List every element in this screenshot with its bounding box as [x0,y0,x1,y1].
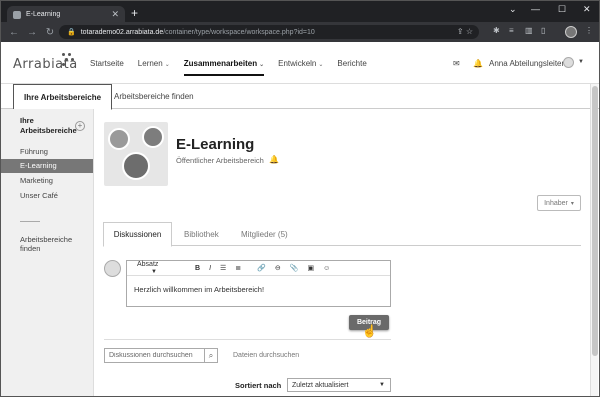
italic-icon[interactable]: I [209,265,211,272]
sidebar-divider [20,221,40,222]
sort-select[interactable]: Zuletzt aktualisiert ▼ [287,378,391,392]
close-tab-icon[interactable]: ✕ [111,9,119,20]
divider [104,339,391,340]
tab-find-workspaces[interactable]: Arbeitsbereiche finden [104,84,204,109]
media-icon[interactable]: ≡ [509,26,514,35]
person-photo [108,128,130,150]
chevron-down-icon: ▾ [570,200,574,207]
paragraph-format-select[interactable]: Absatz ▼ [137,261,177,275]
minimize-icon[interactable]: — [531,4,540,14]
nav-zusammenarbeiten[interactable]: Zusammenarbeiten ⌄ [183,59,265,76]
current-user-avatar [104,260,121,277]
scrollbar-thumb[interactable] [592,86,598,356]
browser-tab-bar: E-Learning ✕ + ⌄ — ☐ ✕ [0,0,600,23]
app-header: Arrabiata Startseite Lernen ⌄ Zusammenarb… [0,42,600,84]
sidebar-item-marketing[interactable]: Marketing [1,174,93,188]
tab-members[interactable]: Mitglieder (5) [241,222,288,246]
editor-content[interactable]: Herzlich willkommen im Arbeitsbereich! [134,285,264,294]
logo-mark-icon [62,53,76,67]
tab-discussions[interactable]: Diskussionen [103,222,172,247]
notifications-bell-icon[interactable]: 🔔 [473,59,483,68]
sidebar-item-fuehrung[interactable]: Führung [1,145,93,159]
search-icon[interactable]: ⌕ [204,349,217,362]
owner-button-label: Inhaber [544,199,568,207]
back-icon[interactable]: ← [9,27,19,38]
bookmark-star-icon[interactable]: ⇪ ☆ [457,27,473,36]
workspace-title: E-Learning [176,136,255,153]
sidebar-item-e-learning[interactable]: E-Learning [1,159,93,173]
numbered-list-icon[interactable]: ≣ [235,264,241,272]
url-path: /container/type/workspace/workspace.php?… [163,28,315,36]
nav-entwickeln[interactable]: Entwickeln ⌄ [278,59,323,76]
workspace-subtitle: Öffentlicher Arbeitsbereich [176,156,264,165]
search-input[interactable]: Diskussionen durchsuchen [105,352,204,359]
chevron-down-icon: ⌄ [164,62,170,68]
image-icon[interactable]: ▣ [307,264,314,272]
chevron-down-icon: ⌄ [318,62,324,68]
browser-tab-title: E-Learning [26,11,61,18]
bullet-list-icon[interactable]: ☰ [220,264,226,272]
person-photo [142,126,164,148]
person-photo [122,152,150,180]
sort-select-value: Zuletzt aktualisiert [292,381,349,389]
nav-lernen[interactable]: Lernen ⌄ [138,59,170,76]
favicon-icon [13,10,21,19]
page-tabs: Ihre Arbeitsbereiche Arbeitsbereiche fin… [0,84,600,110]
new-tab-button[interactable]: + [131,6,138,20]
add-workspace-button[interactable]: + [75,121,85,131]
sidebar-find-workspaces-link[interactable]: Arbeitsbereiche finden [20,235,80,253]
chevron-down-icon[interactable]: ⌄ [509,4,517,15]
lock-icon: 🔒 [67,29,76,36]
editor-toolbar: Absatz ▼ B I ☰ ≣ 🔗 ⊖ 📎 ▣ ☺ [127,261,390,276]
browser-menu-icon[interactable]: ⋮ [585,26,593,35]
browser-tab[interactable]: E-Learning ✕ [7,6,125,23]
reload-icon[interactable]: ↻ [45,27,55,38]
user-menu-caret-icon[interactable]: ▼ [578,59,584,65]
tab-library[interactable]: Bibliothek [184,222,219,246]
tab-your-workspaces[interactable]: Ihre Arbeitsbereiche [13,84,113,110]
emoji-icon[interactable]: ☺ [323,265,330,272]
address-bar[interactable]: 🔒 totarademo02.arrabiata.de /container/t… [59,25,479,39]
bold-icon[interactable]: B [195,265,200,272]
workspace-notifications-bell-icon[interactable]: 🔔 [269,155,279,164]
url-host: totarademo02.arrabiata.de [80,28,164,36]
browser-toolbar: ← → ↻ 🔒 totarademo02.arrabiata.de /conta… [0,22,600,42]
reading-list-icon[interactable]: ▥ [525,26,533,35]
main-navigation: Startseite Lernen ⌄ Zusammenarbeiten ⌄ Ent… [90,59,381,76]
user-name[interactable]: Anna Abteilungsleiterin [489,59,570,68]
link-icon[interactable]: 🔗 [257,264,266,272]
chevron-down-icon: ▼ [379,382,385,388]
owner-dropdown-button[interactable]: Inhaber ▾ [537,195,581,211]
nav-berichte[interactable]: Berichte [337,59,366,76]
messages-icon[interactable]: ✉ [453,59,460,68]
sidepanel-icon[interactable]: ▯ [541,26,545,35]
forward-icon[interactable]: → [27,27,37,38]
maximize-icon[interactable]: ☐ [558,4,566,15]
search-files-link[interactable]: Dateien durchsuchen [233,352,299,359]
extensions-icon[interactable]: ✱ [493,26,500,35]
mouse-pointer-icon: ☝ [362,324,377,338]
discussion-editor[interactable]: Absatz ▼ B I ☰ ≣ 🔗 ⊖ 📎 ▣ ☺ Herzlich will… [126,260,391,307]
sidebar-item-unser-cafe[interactable]: Unser Café [1,189,93,203]
nav-startseite[interactable]: Startseite [90,59,124,76]
browser-profile-avatar[interactable] [565,26,577,38]
chevron-down-icon: ⌄ [259,62,265,68]
sort-label: Sortiert nach [235,381,282,390]
content-tabs: Diskussionen Bibliothek Mitglieder (5) [103,222,581,247]
embed-icon[interactable]: ⊖ [275,264,281,272]
user-avatar[interactable] [563,57,574,68]
attachment-icon[interactable]: 📎 [290,264,299,272]
sidebar-title: Ihre Arbeitsbereiche [20,116,77,135]
workspace-sidebar: Ihre Arbeitsbereiche + Führung E-Learnin… [1,109,94,397]
workspace-image [104,122,168,186]
window-close-icon[interactable]: ✕ [583,4,591,15]
page-scrollbar[interactable] [590,84,598,397]
discussion-search: Diskussionen durchsuchen ⌕ [104,348,218,363]
